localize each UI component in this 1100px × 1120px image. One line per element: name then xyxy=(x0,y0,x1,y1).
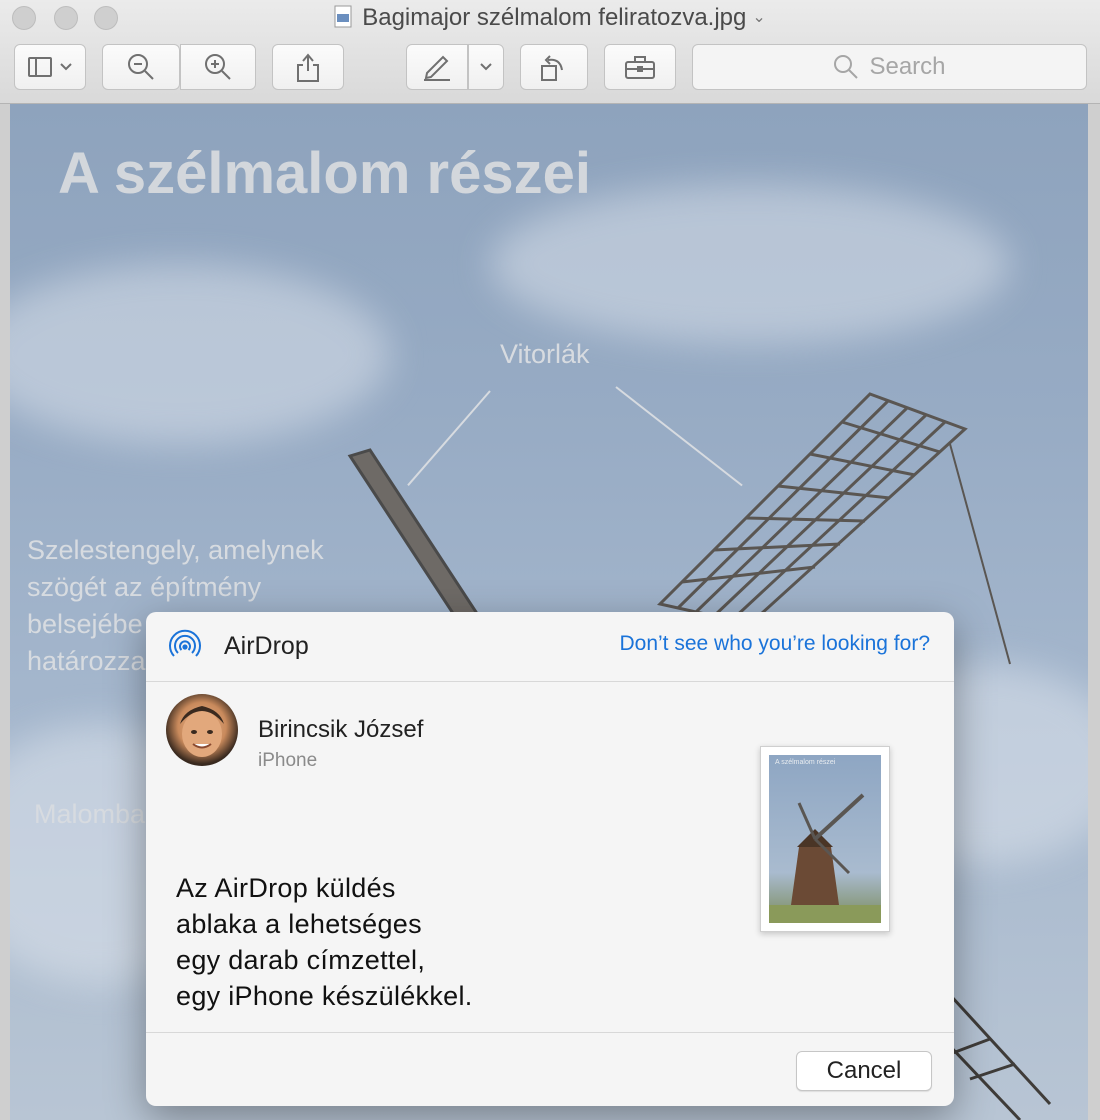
cancel-button[interactable]: Cancel xyxy=(796,1051,932,1091)
chevron-down-icon xyxy=(480,63,492,71)
dialog-header: AirDrop Don’t see who you’re looking for… xyxy=(146,612,954,682)
caption-line: egy iPhone készülékkel. xyxy=(176,981,473,1011)
dialog-footer: Cancel xyxy=(146,1032,954,1106)
share-icon xyxy=(297,53,319,82)
file-thumbnail: A szélmalom részei xyxy=(760,746,890,932)
zoom-out-icon xyxy=(128,54,154,80)
caption-line: ablaka a lehetséges xyxy=(176,909,422,939)
label-bottom: Malomba xyxy=(34,799,146,829)
window-titlebar: Bagimajor szélmalom feliratozva.jpg ⌄ Sea… xyxy=(0,0,1100,104)
chevron-down-icon[interactable]: ⌄ xyxy=(752,2,765,34)
image-title: A szélmalom részei xyxy=(58,141,591,206)
label-shaft-line: Szelestengely, amelynek xyxy=(27,535,324,565)
zoom-in-button[interactable] xyxy=(180,44,256,90)
recipient-device: iPhone xyxy=(258,750,318,771)
window-title[interactable]: Bagimajor szélmalom feliratozva.jpg xyxy=(362,4,746,31)
markup-button[interactable] xyxy=(406,44,468,90)
zoom-out-button[interactable] xyxy=(102,44,180,90)
sidebar-toggle-button[interactable] xyxy=(14,44,86,90)
markup-options-button[interactable] xyxy=(468,44,504,90)
toolbox-button[interactable] xyxy=(604,44,676,90)
image-document-icon xyxy=(334,5,354,29)
airdrop-title: AirDrop xyxy=(224,632,309,660)
search-placeholder: Search xyxy=(869,53,946,80)
help-link[interactable]: Don’t see who you’re looking for? xyxy=(619,632,930,656)
recipient-name[interactable]: Birincsik József xyxy=(258,716,423,744)
sidebar-icon xyxy=(28,57,52,77)
label-sails: Vitorlák xyxy=(500,339,590,369)
rotate-left-button[interactable] xyxy=(520,44,588,90)
toolbox-icon xyxy=(625,56,655,79)
caption-line: Az AirDrop küldés xyxy=(176,873,396,903)
label-shaft-line: szögét az építmény xyxy=(27,572,262,602)
annotation-caption: Az AirDrop küldés ablaka a lehetséges eg… xyxy=(176,870,473,1014)
right-sail xyxy=(657,392,968,626)
airdrop-dialog: AirDrop Don’t see who you’re looking for… xyxy=(146,612,954,1106)
zoom-in-icon xyxy=(205,54,231,80)
chevron-down-icon xyxy=(60,63,72,71)
airdrop-icon xyxy=(169,629,201,657)
window-title-bar: Bagimajor szélmalom feliratozva.jpg ⌄ xyxy=(0,2,1100,34)
thumbnail-image: A szélmalom részei xyxy=(769,755,881,923)
avatar[interactable] xyxy=(166,694,238,766)
search-field[interactable]: Search xyxy=(692,44,1087,90)
rotate-left-icon xyxy=(541,55,563,81)
search-icon xyxy=(834,55,859,79)
pen-icon xyxy=(424,55,450,81)
share-button[interactable] xyxy=(272,44,344,90)
caption-line: egy darab címzettel, xyxy=(176,945,426,975)
